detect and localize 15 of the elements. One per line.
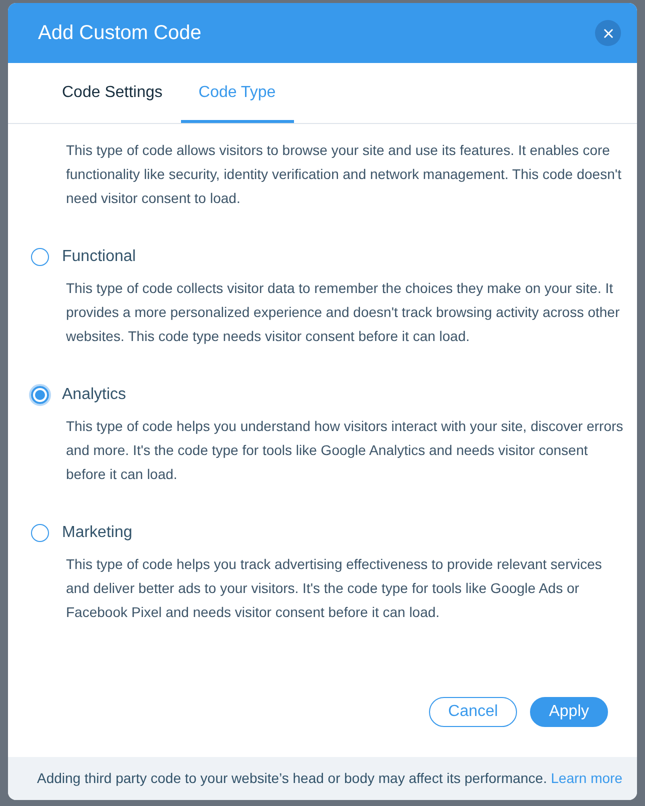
option-label[interactable]: Marketing [62, 521, 132, 545]
option-description: This type of code allows visitors to browse your site and use its features. It enables core functionality like security, identity verification and network management. This code doesn't need visitor consent to load. [66, 141, 622, 208]
radio-button[interactable] [29, 384, 51, 406]
footer-note: Adding third party code to your website’s head or body may affect its performance. Learn more [37, 769, 622, 788]
option-description: This type of code helps you track advertising effectiveness to provide relevant services and deliver better ads to your visitors. It's the code type for tools like Google Ads or Facebook Pixel and needs visitor consent before it can load. [66, 555, 603, 622]
close-icon [604, 28, 612, 38]
radio-button[interactable] [31, 524, 49, 542]
option-description: This type of code helps you understand how visitors interact with your site, discover errors and more. It's the code type for tools like Google Analytics and needs visitor consent before it can load. [66, 417, 624, 484]
dialog-title: Add Custom Code [38, 21, 202, 45]
tab[interactable]: Code Settings [44, 63, 181, 123]
option-description: This type of code collects visitor data to remember the choices they make on your site. It provides a more personalized experience and doesn't track browsing activity across other websites. This code type needs visitor consent before it can load. [66, 279, 621, 346]
close-button[interactable] [595, 20, 621, 46]
option-label[interactable]: Functional [62, 245, 136, 269]
option-label[interactable]: Analytics [62, 383, 126, 407]
radio-button[interactable] [31, 248, 49, 266]
